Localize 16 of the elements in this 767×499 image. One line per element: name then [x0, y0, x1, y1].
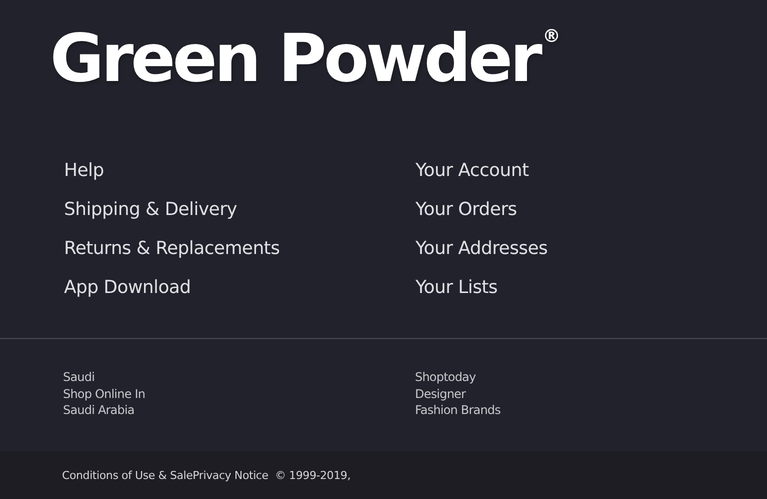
brand-logo: Green Powder$^{®}$	[50, 26, 560, 92]
footer-link[interactable]: App Download	[64, 276, 191, 299]
footer-link[interactable]: Your Addresses	[416, 237, 548, 260]
region-text: Saudi	[63, 369, 95, 386]
region-text: Fashion Brands	[415, 402, 501, 418]
footer-link[interactable]: Returns & Replacements	[64, 237, 280, 260]
legal-text: Conditions of Use & SalePrivacy Notice © 1999-2019,	[62, 468, 350, 482]
footer-link[interactable]: Your Account	[416, 159, 529, 182]
footer-link[interactable]: Your Lists	[416, 276, 498, 299]
footer-link[interactable]: Shipping & Delivery	[64, 198, 238, 221]
region-text: Saudi Arabia	[63, 402, 134, 418]
footer-link[interactable]: Your Orders	[416, 198, 517, 221]
region-text: Shop Online In	[63, 386, 146, 402]
region-text: Shoptoday	[415, 369, 476, 386]
footer-link[interactable]: Help	[64, 159, 104, 182]
region-text: Designer	[415, 386, 466, 402]
